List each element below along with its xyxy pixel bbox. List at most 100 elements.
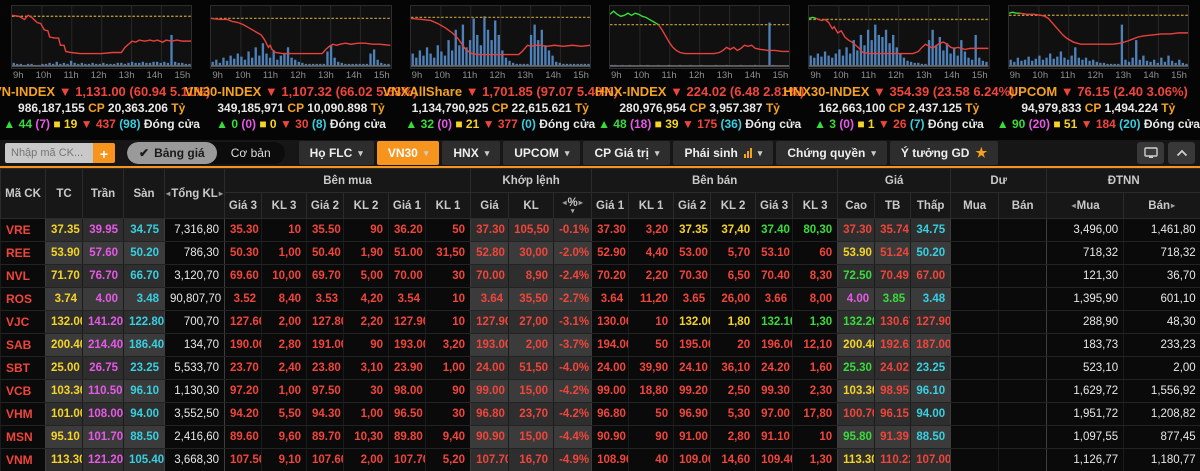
index-breadth-line: ▲ 0 (0) ■ 0 ▼ 30 (8) Đóng cửa	[216, 117, 386, 131]
cell-san: 94.00	[123, 402, 165, 426]
add-symbol-button[interactable]: +	[93, 143, 115, 163]
display-mode-button[interactable]	[1137, 142, 1164, 164]
col-header-floor[interactable]: Sàn	[123, 168, 165, 219]
index-panel[interactable]: 9h 10h 11h 12h 13h 14h 15h VN30-INDEX ▼ 1,107.3…	[185, 5, 417, 140]
decliners-count: 184	[1095, 117, 1120, 131]
col-header-matched-vol[interactable]: KL	[508, 192, 555, 219]
unchanged-count: 1	[867, 117, 878, 131]
col-header-avg[interactable]: TB	[874, 192, 912, 219]
col-header-foreign-sell[interactable]: Bán▸	[1123, 192, 1200, 219]
collapse-panel-button[interactable]	[1168, 142, 1195, 164]
col-header-low[interactable]: Thấp	[910, 192, 952, 219]
index-panel[interactable]: 9h 10h 11h 12h 13h 14h 15h HNX30-INDEX ▼ 354.39…	[783, 5, 1015, 140]
tab-upcom[interactable]: UPCOM ▾	[503, 141, 581, 165]
ceiling-count: (0)	[839, 117, 858, 131]
col-header-ask-vol1[interactable]: KL 1	[628, 192, 675, 219]
cell-sk3: 60	[792, 241, 838, 265]
index-name: HNX30-INDEX	[783, 84, 870, 99]
col-header-ask-price3[interactable]: Giá 3	[755, 192, 794, 219]
cell-bk1: 50	[424, 218, 471, 242]
col-header-tc[interactable]: TC	[45, 168, 83, 219]
axis-tick: 11h	[63, 70, 79, 81]
symbol-cell[interactable]: REE	[0, 241, 46, 265]
col-header-bid-price3[interactable]: Giá 3	[224, 192, 262, 219]
index-panel[interactable]: 9h 10h 11h 12h 13h 14h 15h HNX-INDEX ▼ 224.02 (…	[595, 5, 804, 140]
cell-bg1: 98.00	[388, 379, 426, 403]
cell-sg3: 109.40	[755, 448, 793, 471]
col-header-bid-vol1[interactable]: KL 1	[424, 192, 472, 219]
up-arrow-icon: ▲	[598, 117, 614, 131]
cell-dmua	[950, 310, 999, 334]
symbol-cell[interactable]: MSN	[0, 425, 46, 449]
index-panel[interactable]: 9h 10h 11h 12h 13h 14h 15h UPCOM ▼ 76.15 (2.40 …	[997, 5, 1200, 140]
symbol-cell[interactable]: VNM	[0, 448, 46, 471]
col-header-remain-sell[interactable]: Bán	[998, 192, 1048, 219]
tab-họ-flc[interactable]: Họ FLC ▾	[298, 141, 374, 165]
tab-hnx[interactable]: HNX ▾	[442, 141, 501, 165]
col-header-matched-price[interactable]: Giá	[470, 192, 510, 219]
col-header-foreign-buy[interactable]: ◂Mua	[1046, 192, 1125, 219]
index-panel[interactable]: 9h 10h 11h 12h 13h 14h 15h VN-INDEX ▼ 1,131.00 …	[0, 5, 210, 140]
cell-dmua	[950, 333, 999, 357]
cell-bg3: 97.20	[224, 379, 262, 403]
col-header-ask-vol2[interactable]: KL 2	[710, 192, 757, 219]
tab-phái-sinh[interactable]: Phái sinh ▾	[673, 141, 774, 165]
col-header-bid-vol3[interactable]: KL 3	[261, 192, 307, 219]
board-view-toggle-on[interactable]: ✔ Bảng giá	[127, 142, 217, 164]
col-header-bid-price1[interactable]: Giá 1	[388, 192, 426, 219]
table-row: SAB200.40214.40186.40134,70190.002,80191…	[0, 333, 1200, 357]
col-header-ceiling[interactable]: Trần	[82, 168, 124, 219]
col-header-percent[interactable]: ◂%▸ ▾	[553, 192, 593, 219]
cell-bg2: 50.40	[306, 241, 344, 265]
col-header-remain-buy[interactable]: Mua	[950, 192, 1000, 219]
index-name: VN-INDEX	[0, 84, 56, 99]
cell-thap: 50.20	[910, 241, 951, 265]
col-header-ask-price1[interactable]: Giá 1	[591, 192, 630, 219]
table-row: ROS 3.74 4.00 3.48 90,807,70 3.52 8,40 3.53 4,20…	[0, 287, 1200, 311]
symbol-cell[interactable]: VRE	[0, 218, 46, 242]
cell-mg: 52.80	[470, 241, 509, 265]
cell-bg2: 3.53	[306, 287, 344, 311]
table-row: VHM101.00108.0094.003,552,5094.205,5094.…	[0, 402, 1200, 426]
cell-sg3: 132.10	[755, 310, 793, 334]
symbol-cell[interactable]: ROS	[0, 287, 46, 311]
cell-bg1: 3.54	[388, 287, 426, 311]
index-value-ty: 2,437.125	[908, 101, 966, 115]
col-header-total-volume[interactable]: ◂Tổng KL▸	[164, 168, 225, 219]
symbol-cell[interactable]: VJC	[0, 310, 46, 334]
session-status: Đóng cửa	[539, 117, 596, 131]
toolbar: + ✔ Bảng giá Cơ bản Họ FLC▾VN30▾HNX▾UPCO…	[0, 140, 1200, 168]
col-header-ask-price2[interactable]: Giá 2	[673, 192, 712, 219]
chart-time-axis: 9h 10h 11h 12h 13h 14h 15h	[1008, 69, 1189, 83]
cell-bg3: 35.30	[224, 218, 262, 242]
tab-cp-giá-trị[interactable]: CP Giá trị ▾	[583, 141, 671, 165]
symbol-cell[interactable]: VCB	[0, 379, 46, 403]
tab-label: Phái sinh	[684, 146, 738, 160]
symbol-cell[interactable]: NVL	[0, 264, 46, 288]
cell-sk3: 12,10	[792, 333, 838, 357]
col-header-bid-price2[interactable]: Giá 2	[306, 192, 344, 219]
col-header-high[interactable]: Cao	[837, 192, 876, 219]
chevron-down-icon: ▾	[484, 147, 490, 158]
index-panel[interactable]: 9h 10h 11h 12h 13h 14h 15h VNXAllShare ▼ 1,701.…	[383, 5, 618, 140]
cell-tran: 110.50	[82, 379, 124, 403]
cell-mk: 15,00	[508, 379, 554, 403]
col-header-ask-vol3[interactable]: KL 3	[792, 192, 839, 219]
tab-chứng-quyền[interactable]: Chứng quyền ▾	[776, 141, 887, 165]
cell-vol: 3,120,70	[164, 264, 225, 288]
ceiling-count: (20)	[1028, 117, 1054, 131]
search-input[interactable]	[5, 143, 93, 163]
col-header-bid-vol2[interactable]: KL 2	[343, 192, 389, 219]
cell-vol: 134,70	[164, 333, 225, 357]
floor-count: (98)	[119, 117, 144, 131]
tab-vn30[interactable]: VN30 ▾	[376, 141, 440, 165]
symbol-cell[interactable]: SAB	[0, 333, 46, 357]
cell-thap: 107.00	[910, 448, 951, 471]
col-header-symbol[interactable]: Mã CK	[0, 168, 46, 219]
symbol-cell[interactable]: SBT	[0, 356, 46, 380]
axis-tick: 11h	[462, 70, 478, 81]
cell-san: 88.50	[123, 425, 165, 449]
basic-view-toggle-off[interactable]: Cơ bản	[217, 146, 285, 160]
symbol-cell[interactable]: VHM	[0, 402, 46, 426]
tab-ý-tưởng-gd[interactable]: Ý tưởng GD ★	[889, 141, 999, 165]
